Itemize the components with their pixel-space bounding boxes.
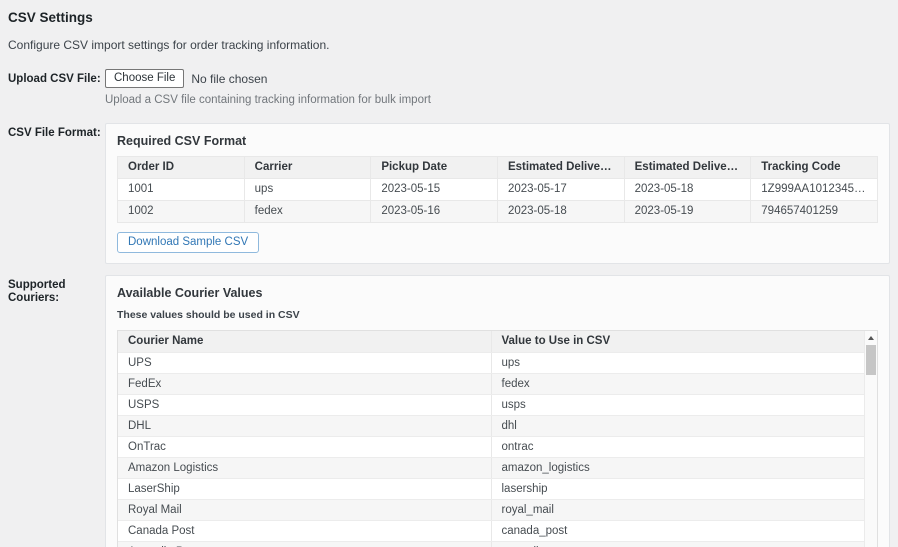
table-cell: ups [244,179,371,201]
supported-couriers-row: Supported Couriers: Available Courier Va… [8,275,890,547]
scroll-up-button[interactable] [865,331,877,344]
table-row: Canada Postcanada_post [118,521,864,542]
table-cell: fedex [491,374,864,395]
table-cell: 2023-05-19 [624,201,751,223]
table-cell: 1Z999AA10123456784 [751,179,878,201]
page-title: CSV Settings [8,10,890,25]
csv-settings-page: CSV Settings Configure CSV import settin… [0,0,898,547]
table-cell: DHL [118,416,491,437]
required-format-panel: Required CSV Format Order IDCarrierPicku… [105,123,890,264]
table-cell: USPS [118,395,491,416]
table-cell: usps [491,395,864,416]
table-cell: fedex [244,201,371,223]
column-header: Carrier [244,157,371,179]
table-cell: 1001 [118,179,245,201]
table-row: Royal Mailroyal_mail [118,500,864,521]
table-cell: amazon_logistics [491,458,864,479]
column-header: Order ID [118,157,245,179]
csv-file-input[interactable]: Choose File No file chosen [105,69,890,88]
choose-file-button[interactable]: Choose File [105,69,184,88]
table-cell: australia_post [491,542,864,547]
table-cell: dhl [491,416,864,437]
csv-format-label: CSV File Format: [8,123,105,140]
column-header: Tracking Code [751,157,878,179]
table-row: DHLdhl [118,416,864,437]
courier-values-heading: Available Courier Values [117,286,878,300]
courier-table-header-row: Courier NameValue to Use in CSV [118,331,864,353]
table-cell: 2023-05-16 [371,201,498,223]
scroll-up-arrow-icon [868,336,874,340]
column-header: Estimated Delivery From [497,157,624,179]
courier-values-table: Courier NameValue to Use in CSV UPSupsFe… [118,331,864,547]
column-header: Courier Name [118,331,491,353]
courier-values-subheading: These values should be used in CSV [117,309,878,321]
table-row: FedExfedex [118,374,864,395]
supported-couriers-label: Supported Couriers: [8,275,105,305]
table-row: LaserShiplasership [118,479,864,500]
table-cell: royal_mail [491,500,864,521]
table-row: UPSups [118,353,864,374]
table-cell: 794657401259 [751,201,878,223]
courier-values-panel: Available Courier Values These values sh… [105,275,890,547]
table-cell: ups [491,353,864,374]
table-cell: lasership [491,479,864,500]
table-cell: Canada Post [118,521,491,542]
table-cell: LaserShip [118,479,491,500]
scrollbar-thumb[interactable] [866,345,876,375]
required-format-heading: Required CSV Format [117,134,878,148]
table-cell: Royal Mail [118,500,491,521]
table-cell: 2023-05-17 [497,179,624,201]
upload-csv-row: Upload CSV File: Choose File No file cho… [8,69,890,106]
format-table-header-row: Order IDCarrierPickup DateEstimated Deli… [118,157,878,179]
table-cell: ontrac [491,437,864,458]
table-cell: UPS [118,353,491,374]
column-header: Pickup Date [371,157,498,179]
table-cell: 2023-05-18 [497,201,624,223]
table-cell: 2023-05-18 [624,179,751,201]
table-row: USPSusps [118,395,864,416]
download-sample-csv-button[interactable]: Download Sample CSV [117,232,259,253]
csv-format-row: CSV File Format: Required CSV Format Ord… [8,123,890,264]
table-row: Amazon Logisticsamazon_logistics [118,458,864,479]
vertical-scrollbar[interactable] [864,331,877,547]
table-cell: OnTrac [118,437,491,458]
table-row: 1001ups2023-05-152023-05-172023-05-181Z9… [118,179,878,201]
table-cell: 2023-05-15 [371,179,498,201]
table-row: Australia Postaustralia_post [118,542,864,547]
file-status-text: No file chosen [191,72,267,86]
table-cell: Amazon Logistics [118,458,491,479]
page-description: Configure CSV import settings for order … [8,38,890,52]
courier-table-scroll-area[interactable]: Courier NameValue to Use in CSV UPSupsFe… [117,330,878,547]
table-cell: Australia Post [118,542,491,547]
table-cell: FedEx [118,374,491,395]
table-row: OnTracontrac [118,437,864,458]
column-header: Estimated Delivery To [624,157,751,179]
column-header: Value to Use in CSV [491,331,864,353]
table-cell: 1002 [118,201,245,223]
upload-csv-label: Upload CSV File: [8,69,105,86]
upload-help-text: Upload a CSV file containing tracking in… [105,94,890,106]
table-cell: canada_post [491,521,864,542]
table-row: 1002fedex2023-05-162023-05-182023-05-197… [118,201,878,223]
format-sample-table: Order IDCarrierPickup DateEstimated Deli… [117,156,878,223]
